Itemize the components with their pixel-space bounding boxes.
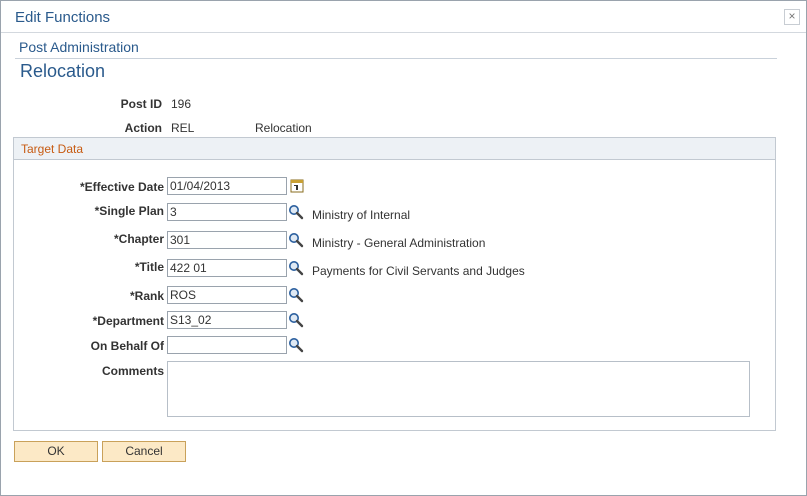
action-code: REL xyxy=(171,121,195,135)
chapter-input[interactable] xyxy=(167,231,287,249)
effective-date-input[interactable] xyxy=(167,177,287,195)
close-icon[interactable]: × xyxy=(784,9,800,25)
cancel-button[interactable]: Cancel xyxy=(102,441,186,462)
single-plan-input[interactable] xyxy=(167,203,287,221)
title-label: *Title xyxy=(134,260,164,274)
department-input[interactable] xyxy=(167,311,287,329)
on-behalf-of-input[interactable] xyxy=(167,336,287,354)
page-title: Relocation xyxy=(20,61,106,81)
ok-button[interactable]: OK xyxy=(14,441,98,462)
single-plan-label: *Single Plan xyxy=(94,204,164,218)
action-description: Relocation xyxy=(255,121,312,135)
title-input[interactable] xyxy=(167,259,287,277)
single-plan-description: Ministry of Internal xyxy=(312,208,411,222)
target-data-title: Target Data xyxy=(21,142,84,156)
action-label: Action xyxy=(124,121,162,135)
on-behalf-of-label: On Behalf Of xyxy=(90,339,164,353)
post-id-label: Post ID xyxy=(120,97,162,111)
target-data-header: Target Data xyxy=(14,138,775,160)
comments-label: Comments xyxy=(101,364,164,378)
edit-functions-dialog: Edit Functions × Post Administration Rel… xyxy=(0,0,807,496)
search-icon[interactable] xyxy=(288,312,304,328)
section-divider xyxy=(15,58,777,59)
department-label: *Department xyxy=(92,314,164,328)
chapter-label: *Chapter xyxy=(113,232,164,246)
dialog-title: Edit Functions xyxy=(15,9,111,26)
search-icon[interactable] xyxy=(288,337,304,353)
post-id-value: 196 xyxy=(171,97,192,111)
search-icon[interactable] xyxy=(288,287,304,303)
chapter-description: Ministry - General Administration xyxy=(312,236,486,250)
rank-label: *Rank xyxy=(129,289,164,303)
rank-input[interactable] xyxy=(167,286,287,304)
search-icon[interactable] xyxy=(288,204,304,220)
search-icon[interactable] xyxy=(288,260,304,276)
title-description: Payments for Civil Servants and Judges xyxy=(312,264,525,278)
section-header: Post Administration xyxy=(19,39,139,55)
search-icon[interactable] xyxy=(288,232,304,248)
dialog-titlebar: Edit Functions × xyxy=(1,1,806,33)
calendar-icon[interactable] xyxy=(290,179,304,193)
comments-textarea[interactable] xyxy=(167,361,750,417)
effective-date-label: *Effective Date xyxy=(79,180,164,194)
